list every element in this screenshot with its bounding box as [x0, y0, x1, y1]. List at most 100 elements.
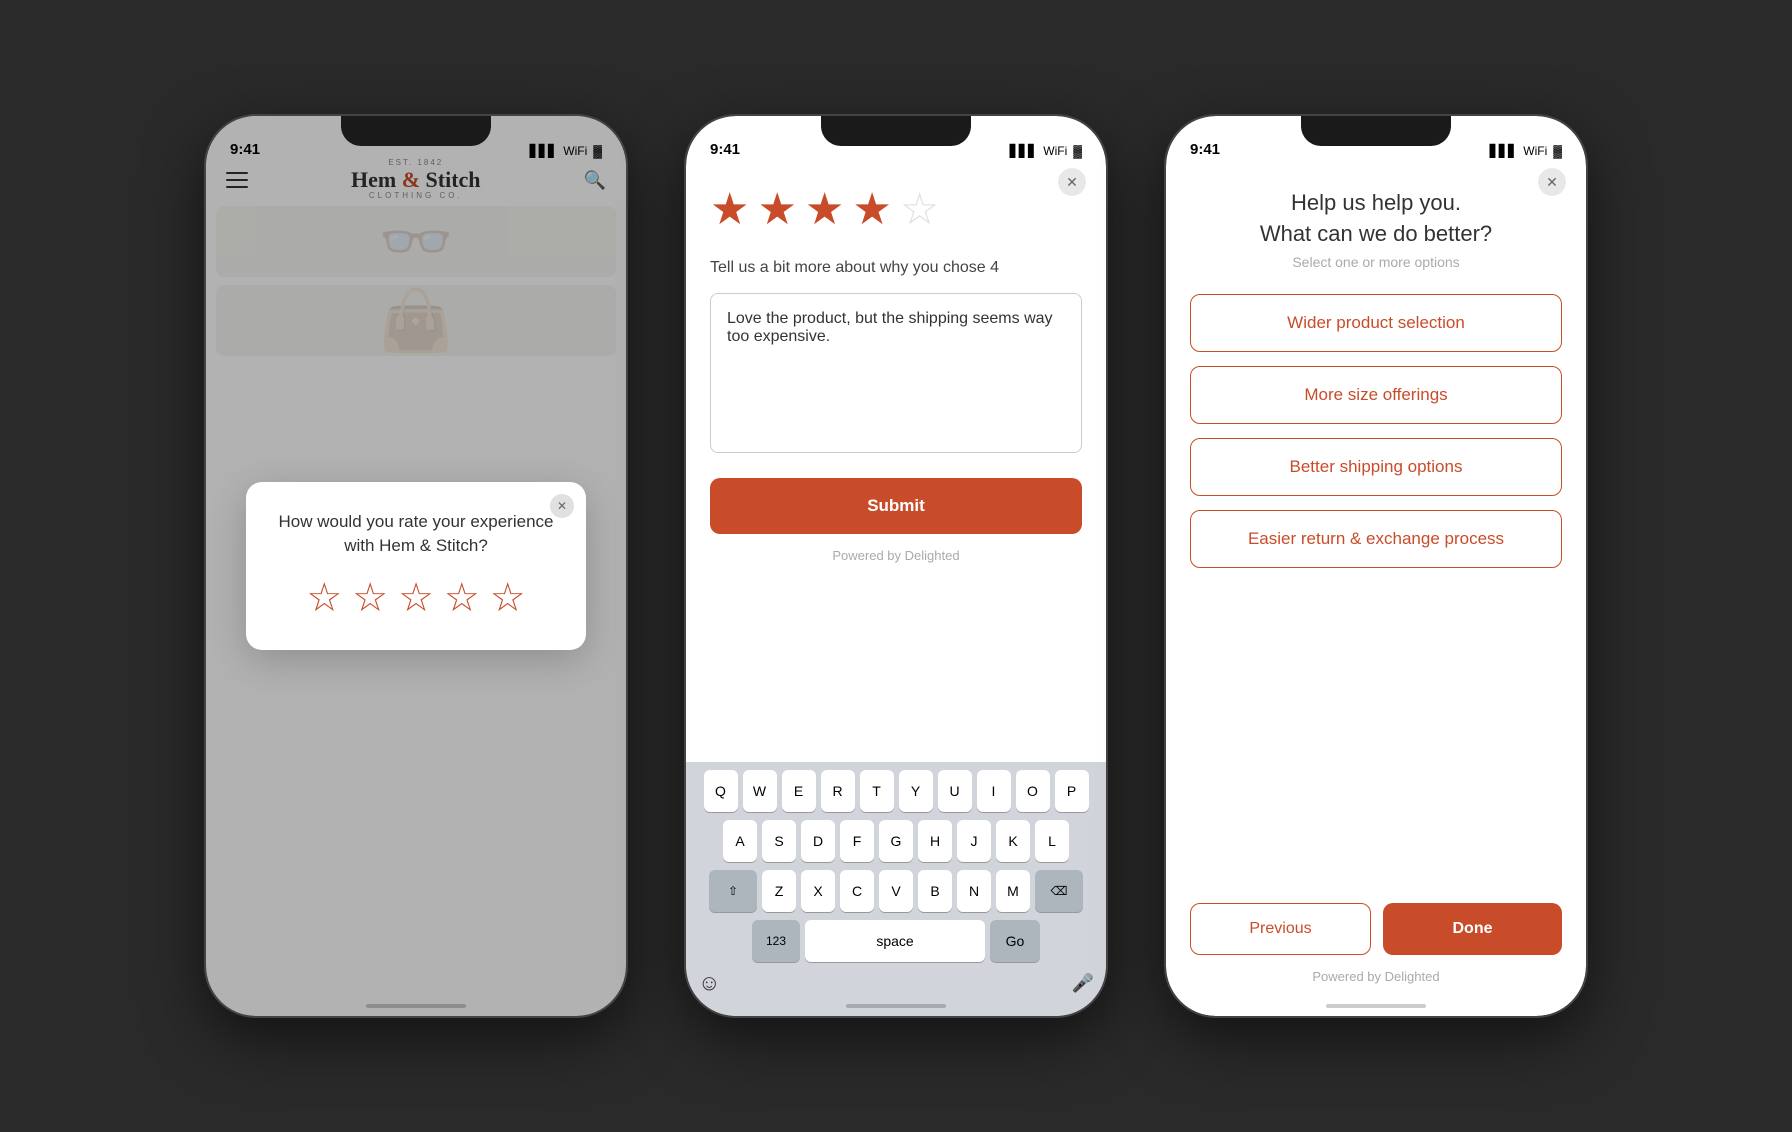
wifi-icon-1: WiFi [563, 144, 587, 158]
star-1[interactable]: ☆ [306, 578, 342, 618]
battery-icon-2: ▓ [1073, 144, 1082, 158]
key-delete[interactable]: ⌫ [1035, 870, 1083, 912]
key-q[interactable]: Q [704, 770, 738, 812]
battery-icon-1: ▓ [593, 144, 602, 158]
option-more-sizes[interactable]: More size offerings [1190, 366, 1562, 424]
title-line-1: Help us help you. [1291, 190, 1461, 215]
keyboard-row-1: Q W E R T Y U I O P [690, 770, 1102, 812]
keyboard-row-4: 123 space Go [690, 920, 1102, 962]
key-f[interactable]: F [840, 820, 874, 862]
wifi-icon-2: WiFi [1043, 144, 1067, 158]
keyboard-row-3: ⇧ Z X C V B N M ⌫ [690, 870, 1102, 912]
key-123[interactable]: 123 [752, 920, 800, 962]
status-icons-3: ▋▋▋ WiFi ▓ [1490, 144, 1562, 158]
bottom-navigation: Previous Done Powered by Delighted [1166, 903, 1586, 1016]
star-filled-3[interactable]: ★ [805, 184, 844, 235]
modal-title: How would you rate your experience with … [270, 510, 562, 558]
close-button-3[interactable]: ✕ [1538, 168, 1566, 196]
page-title-3: Help us help you. What can we do better? [1190, 188, 1562, 250]
key-b[interactable]: B [918, 870, 952, 912]
key-v[interactable]: V [879, 870, 913, 912]
mic-key[interactable]: 🎤 [1072, 973, 1094, 994]
star-filled-2[interactable]: ★ [757, 184, 796, 235]
key-e[interactable]: E [782, 770, 816, 812]
wifi-icon-3: WiFi [1523, 144, 1547, 158]
key-z[interactable]: Z [762, 870, 796, 912]
submit-button[interactable]: Submit [710, 478, 1082, 534]
key-go[interactable]: Go [990, 920, 1040, 962]
star-4[interactable]: ☆ [444, 578, 480, 618]
key-space[interactable]: space [805, 920, 985, 962]
key-i[interactable]: I [977, 770, 1011, 812]
notch-1 [341, 116, 491, 146]
status-icons-2: ▋▋▋ WiFi ▓ [1010, 144, 1082, 158]
signal-icon-3: ▋▋▋ [1490, 144, 1518, 158]
signal-icon-1: ▋▋▋ [530, 144, 558, 158]
key-j[interactable]: J [957, 820, 991, 862]
key-g[interactable]: G [879, 820, 913, 862]
options-subtitle: Select one or more options [1190, 254, 1562, 270]
phone-3: 9:41 ▋▋▋ WiFi ▓ ✕ Help us help you. What… [1166, 116, 1586, 1016]
phone-3-screen: 9:41 ▋▋▋ WiFi ▓ ✕ Help us help you. What… [1166, 116, 1586, 1016]
key-t[interactable]: T [860, 770, 894, 812]
phone-2-screen: 9:41 ▋▋▋ WiFi ▓ ✕ ★ ★ ★ ★ ☆ Tell us a bi… [686, 116, 1106, 1016]
key-c[interactable]: C [840, 870, 874, 912]
key-u[interactable]: U [938, 770, 972, 812]
key-m[interactable]: M [996, 870, 1030, 912]
powered-by-2: Powered by Delighted [710, 548, 1082, 563]
star-2[interactable]: ☆ [352, 578, 388, 618]
rating-modal: ✕ How would you rate your experience wit… [246, 482, 586, 650]
star-5[interactable]: ☆ [490, 578, 526, 618]
keyboard-row-2: A S D F G H J K L [690, 820, 1102, 862]
star-empty-5[interactable]: ☆ [900, 184, 939, 235]
key-d[interactable]: D [801, 820, 835, 862]
phone-1: 9:41 ▋▋▋ WiFi ▓ EST. 1842 Hem & Stitch C… [206, 116, 626, 1016]
star-rating-row[interactable]: ☆ ☆ ☆ ☆ ☆ [270, 578, 562, 618]
notch-3 [1301, 116, 1451, 146]
done-button[interactable]: Done [1383, 903, 1562, 955]
keyboard-bottom-row: ☺ 🎤 [690, 970, 1102, 996]
phone-1-screen: 9:41 ▋▋▋ WiFi ▓ EST. 1842 Hem & Stitch C… [206, 116, 626, 1016]
nav-row: Previous Done [1190, 903, 1562, 955]
battery-icon-3: ▓ [1553, 144, 1562, 158]
key-a[interactable]: A [723, 820, 757, 862]
key-r[interactable]: R [821, 770, 855, 812]
option-wider-selection[interactable]: Wider product selection [1190, 294, 1562, 352]
key-p[interactable]: P [1055, 770, 1089, 812]
status-time-1: 9:41 [230, 141, 260, 158]
key-y[interactable]: Y [899, 770, 933, 812]
status-time-3: 9:41 [1190, 141, 1220, 158]
star-filled-1[interactable]: ★ [710, 184, 749, 235]
feedback-content: ★ ★ ★ ★ ☆ Tell us a bit more about why y… [686, 116, 1106, 563]
title-line-2: What can we do better? [1260, 221, 1492, 246]
key-k[interactable]: K [996, 820, 1030, 862]
home-indicator-2 [846, 1004, 946, 1008]
star-3[interactable]: ☆ [398, 578, 434, 618]
key-shift[interactable]: ⇧ [709, 870, 757, 912]
options-content: Help us help you. What can we do better?… [1166, 116, 1586, 568]
option-better-shipping[interactable]: Better shipping options [1190, 438, 1562, 496]
key-l[interactable]: L [1035, 820, 1069, 862]
key-n[interactable]: N [957, 870, 991, 912]
key-s[interactable]: S [762, 820, 796, 862]
keyboard: Q W E R T Y U I O P A S D F G H J K L [686, 762, 1106, 1016]
option-easier-return[interactable]: Easier return & exchange process [1190, 510, 1562, 568]
feedback-textarea[interactable]: Love the product, but the shipping seems… [710, 293, 1082, 453]
modal-overlay: ✕ How would you rate your experience wit… [206, 116, 626, 1016]
modal-close-button[interactable]: ✕ [550, 494, 574, 518]
close-button-2[interactable]: ✕ [1058, 168, 1086, 196]
key-w[interactable]: W [743, 770, 777, 812]
powered-by-3: Powered by Delighted [1190, 969, 1562, 984]
key-o[interactable]: O [1016, 770, 1050, 812]
key-h[interactable]: H [918, 820, 952, 862]
status-time-2: 9:41 [710, 141, 740, 158]
signal-icon-2: ▋▋▋ [1010, 144, 1038, 158]
home-indicator-3 [1326, 1004, 1426, 1008]
star-rating-ph2[interactable]: ★ ★ ★ ★ ☆ [710, 184, 1082, 235]
star-filled-4[interactable]: ★ [852, 184, 891, 235]
previous-button[interactable]: Previous [1190, 903, 1371, 955]
phone-2: 9:41 ▋▋▋ WiFi ▓ ✕ ★ ★ ★ ★ ☆ Tell us a bi… [686, 116, 1106, 1016]
key-x[interactable]: X [801, 870, 835, 912]
emoji-key[interactable]: ☺ [698, 970, 720, 996]
notch-2 [821, 116, 971, 146]
